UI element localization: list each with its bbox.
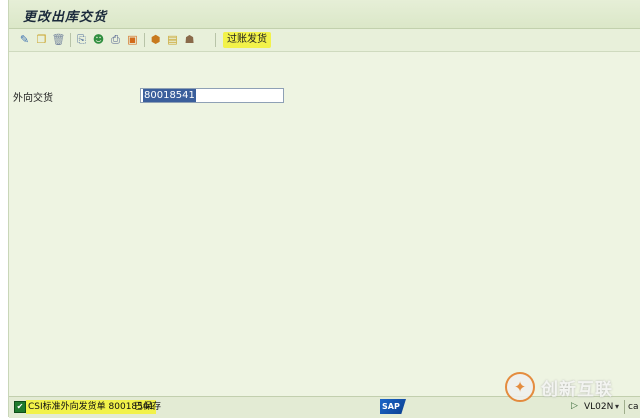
- create-icon[interactable]: ❐: [34, 32, 49, 47]
- package-icon[interactable]: ⬢: [148, 32, 163, 47]
- change-display-icon[interactable]: ✎: [17, 32, 32, 47]
- title-bar: 更改出库交货: [9, 0, 640, 29]
- outbound-delivery-input[interactable]: 80018541: [140, 88, 284, 103]
- application-toolbar: ✎ ❐ 🗑 ⎘ ☻ ⎙ ▣ ⬢ ▤ ☗ 过账发货: [9, 29, 640, 52]
- route-icon[interactable]: ☗: [182, 32, 197, 47]
- watermark: ✦ 创新互联: [505, 370, 613, 404]
- toolbar-separator: [70, 33, 71, 47]
- page-title: 更改出库交货: [23, 10, 108, 25]
- main-content: 外向交货 80018541: [9, 52, 640, 395]
- copy-icon[interactable]: ⎘: [74, 32, 89, 47]
- status-message-suffix: 已保存: [134, 402, 162, 412]
- post-goods-issue-button[interactable]: 过账发货: [223, 32, 271, 48]
- system-host: ca: [628, 402, 639, 412]
- chevron-down-icon[interactable]: ▾: [615, 400, 619, 414]
- outbound-delivery-value: 80018541: [143, 89, 196, 102]
- print-icon[interactable]: ⎙: [108, 32, 123, 47]
- outbound-delivery-label: 外向交货: [13, 93, 53, 104]
- watermark-text: 创新互联: [541, 379, 613, 400]
- success-check-icon: ✔: [14, 401, 26, 413]
- picking-icon[interactable]: ▤: [165, 32, 180, 47]
- toolbar-separator: [144, 33, 145, 47]
- status-separator: [624, 400, 625, 414]
- document-flow-icon[interactable]: ▣: [125, 32, 140, 47]
- toolbar-separator: [215, 33, 216, 47]
- delete-icon[interactable]: 🗑: [51, 32, 66, 47]
- partner-icon[interactable]: ☻: [91, 32, 106, 47]
- sap-logo: SAP: [380, 399, 406, 414]
- sap-window: 更改出库交货 ✎ ❐ 🗑 ⎘ ☻ ⎙ ▣ ⬢ ▤ ☗ 过账发货 外向交货 800…: [8, 0, 640, 418]
- watermark-logo-icon: ✦: [505, 372, 535, 402]
